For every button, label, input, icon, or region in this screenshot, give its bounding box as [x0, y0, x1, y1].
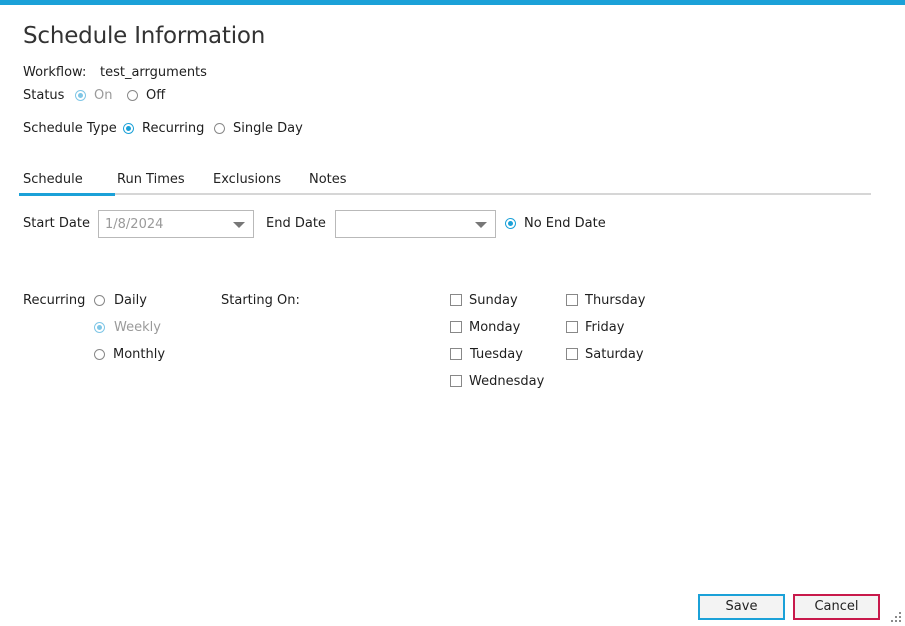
- schedule-type-single-day-radio[interactable]: [214, 123, 225, 134]
- workflow-value: test_arrguments: [100, 65, 207, 80]
- recurring-daily-label: Daily: [114, 293, 147, 308]
- tab-active-indicator: [19, 193, 115, 196]
- friday-label: Friday: [585, 320, 625, 335]
- resize-grip-icon[interactable]: [891, 612, 903, 624]
- friday-checkbox[interactable]: [566, 321, 578, 333]
- tab-notes[interactable]: Notes: [309, 172, 347, 187]
- schedule-type-label: Schedule Type: [23, 121, 117, 136]
- thursday-label: Thursday: [585, 293, 646, 308]
- thursday-checkbox[interactable]: [566, 294, 578, 306]
- wednesday-checkbox[interactable]: [450, 375, 462, 387]
- start-date-dropdown[interactable]: 1/8/2024: [98, 210, 254, 238]
- sunday-label: Sunday: [469, 293, 518, 308]
- saturday-label: Saturday: [585, 347, 644, 362]
- status-off-label: Off: [146, 88, 166, 103]
- start-date-value: 1/8/2024: [105, 217, 164, 232]
- no-end-date-radio[interactable]: [505, 218, 516, 229]
- monday-label: Monday: [469, 320, 521, 335]
- save-button[interactable]: Save: [698, 594, 785, 620]
- status-on-label: On: [94, 88, 113, 103]
- recurring-daily-radio[interactable]: [94, 295, 105, 306]
- tuesday-checkbox[interactable]: [450, 348, 462, 360]
- tab-schedule[interactable]: Schedule: [23, 172, 83, 187]
- status-on-radio[interactable]: [75, 90, 86, 101]
- monday-checkbox[interactable]: [450, 321, 462, 333]
- end-date-dropdown[interactable]: [335, 210, 496, 238]
- top-accent-bar: [0, 0, 905, 5]
- recurring-weekly-label: Weekly: [114, 320, 161, 335]
- sunday-checkbox[interactable]: [450, 294, 462, 306]
- recurring-monthly-radio[interactable]: [94, 349, 105, 360]
- starting-on-label: Starting On:: [221, 293, 300, 308]
- chevron-down-icon: [475, 222, 487, 228]
- recurring-weekly-radio[interactable]: [94, 322, 105, 333]
- chevron-down-icon: [233, 222, 245, 228]
- tuesday-label: Tuesday: [470, 347, 523, 362]
- recurring-monthly-label: Monthly: [113, 347, 166, 362]
- start-date-label: Start Date: [23, 216, 90, 231]
- status-label: Status: [23, 88, 65, 103]
- tab-run-times[interactable]: Run Times: [117, 172, 185, 187]
- tab-exclusions[interactable]: Exclusions: [213, 172, 281, 187]
- wednesday-label: Wednesday: [469, 374, 545, 389]
- tab-divider: [19, 193, 871, 195]
- end-date-label: End Date: [266, 216, 326, 231]
- cancel-button[interactable]: Cancel: [793, 594, 880, 620]
- schedule-type-recurring-radio[interactable]: [123, 123, 134, 134]
- saturday-checkbox[interactable]: [566, 348, 578, 360]
- status-off-radio[interactable]: [127, 90, 138, 101]
- schedule-type-recurring-label: Recurring: [142, 121, 205, 136]
- no-end-date-label: No End Date: [524, 216, 606, 231]
- workflow-label: Workflow:: [23, 65, 87, 80]
- page-title: Schedule Information: [23, 23, 266, 49]
- schedule-type-single-day-label: Single Day: [233, 121, 303, 136]
- recurring-label: Recurring: [23, 293, 86, 308]
